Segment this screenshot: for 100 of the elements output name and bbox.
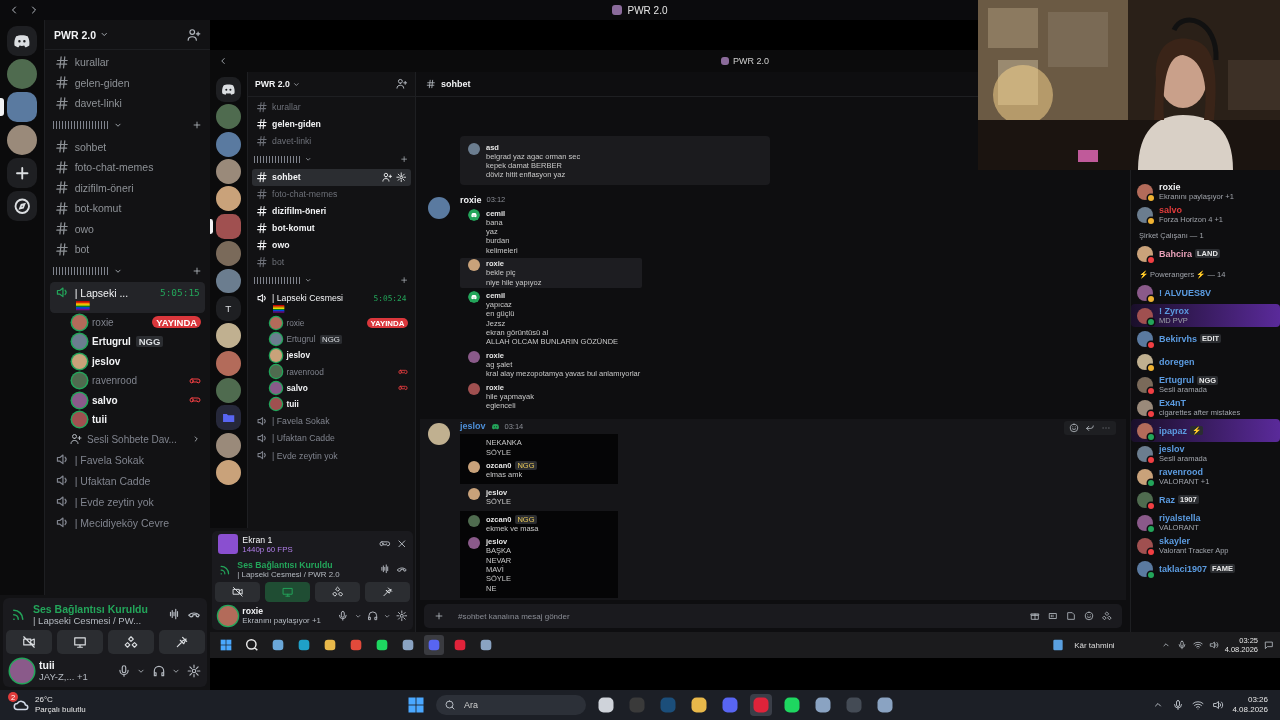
voice-user[interactable]: roxie YAYINDA: [50, 312, 205, 333]
server-icon[interactable]: [215, 323, 241, 349]
server-icon[interactable]: [215, 159, 241, 184]
discord-logo-icon[interactable]: [7, 26, 37, 56]
voice-channel-item[interactable]: | Mecidiyeköy Cevre: [50, 512, 205, 534]
voice-user[interactable]: salvo: [251, 379, 411, 396]
plus-icon[interactable]: [192, 119, 202, 130]
add-user-icon[interactable]: [187, 27, 201, 42]
member-item[interactable]: doregen: [1131, 350, 1280, 373]
invite-item[interactable]: Sesli Sohbete Dav...: [50, 429, 205, 450]
channel-item[interactable]: bot-komut: [251, 219, 411, 237]
wifi-icon[interactable]: [1192, 699, 1205, 711]
message-composer[interactable]: #sohbet kanalına mesaj gönder: [424, 604, 1122, 628]
voice-user[interactable]: ravenrood: [50, 371, 205, 391]
channel-item[interactable]: dizifilm-öneri: [50, 177, 205, 198]
microphone-icon[interactable]: [1176, 640, 1187, 650]
back-icon[interactable]: [218, 56, 228, 66]
voice-control-button[interactable]: [107, 630, 154, 654]
gif-icon[interactable]: [1048, 611, 1058, 621]
settings-icon[interactable]: [395, 610, 408, 622]
plus-icon[interactable]: [400, 155, 409, 164]
volume-icon[interactable]: [1212, 699, 1225, 711]
server-name-button[interactable]: PWR 2.0: [54, 28, 110, 41]
noise-icon[interactable]: [379, 563, 391, 575]
voice-user[interactable]: ravenrood: [251, 363, 411, 380]
discord-logo-icon[interactable]: [215, 76, 241, 102]
gift-icon[interactable]: [1030, 611, 1040, 621]
smile-icon[interactable]: [1084, 611, 1094, 621]
activity-icon[interactable]: [1102, 611, 1112, 621]
smile-icon[interactable]: [1069, 423, 1079, 434]
weather-description[interactable]: Parçalı bulutlu: [35, 705, 86, 715]
voice-user[interactable]: Ertugrul NGG: [50, 332, 205, 352]
message-input[interactable]: #sohbet kanalına mesaj gönder: [452, 611, 1022, 621]
widget-label[interactable]: Kâr tahmini: [1074, 640, 1115, 650]
author-name[interactable]: roxie: [460, 194, 482, 205]
folder-icon[interactable]: [215, 405, 241, 431]
server-icon[interactable]: [7, 92, 37, 122]
plus-icon[interactable]: [400, 276, 409, 285]
add-user-icon[interactable]: [395, 78, 408, 90]
server-icon[interactable]: T: [215, 295, 241, 321]
member-item[interactable]: ! ALVUES8V: [1131, 281, 1280, 304]
channel-item[interactable]: gelen-giden: [251, 115, 411, 133]
channel-item[interactable]: bot: [50, 238, 205, 260]
voice-control-button[interactable]: [158, 630, 205, 654]
close-icon[interactable]: [395, 538, 408, 550]
voice-user[interactable]: jeslov: [251, 347, 411, 364]
channel-item[interactable]: kurallar: [50, 52, 205, 73]
channel-item[interactable]: owo: [50, 218, 205, 239]
compass-icon[interactable]: [7, 191, 37, 221]
voice-channel-item[interactable]: | Lapseki ... 5:05:15: [50, 282, 205, 313]
server-icon[interactable]: [215, 432, 241, 458]
server-icon[interactable]: [215, 241, 241, 267]
voice-location[interactable]: | Lapseki Cesmesi / PW...: [33, 614, 148, 626]
search-field[interactable]: Ara: [462, 699, 566, 711]
server-icon[interactable]: [215, 186, 241, 212]
server-icon[interactable]: [215, 268, 241, 294]
voice-user[interactable]: tuii: [251, 395, 411, 412]
voice-channel-item[interactable]: | Favela Sokak: [251, 412, 411, 430]
voice-user[interactable]: salvo: [50, 390, 205, 411]
notification-icon[interactable]: [1264, 640, 1274, 650]
voice-channel-item[interactable]: | Ufaktan Cadde: [50, 470, 205, 492]
voice-channel-item[interactable]: | Favela Sokak: [50, 449, 205, 471]
clock-time[interactable]: 03:26: [1247, 695, 1268, 705]
channel-item[interactable]: bot-komut: [50, 197, 205, 219]
channel-item[interactable]: kurallar: [251, 98, 411, 116]
channel-item[interactable]: foto-chat-memes: [50, 156, 205, 178]
clock-date[interactable]: 4.08.2026: [1232, 705, 1268, 715]
channel-item[interactable]: bot: [251, 253, 411, 271]
sticker-icon[interactable]: [1066, 611, 1076, 621]
channel-item[interactable]: gelen-giden: [50, 72, 205, 93]
voice-channel-item[interactable]: | Ufaktan Cadde: [251, 429, 411, 447]
volume-icon[interactable]: [1208, 640, 1219, 650]
wifi-icon[interactable]: [1192, 640, 1203, 650]
voice-control-button[interactable]: [314, 582, 361, 603]
voice-user[interactable]: jeslov: [50, 351, 205, 372]
voice-channel-item[interactable]: | Evde zeytin yok: [50, 491, 205, 513]
voice-control-button[interactable]: [56, 630, 103, 654]
channel-item[interactable]: davet-linki: [251, 132, 411, 150]
channel-item[interactable]: dizifilm-öneri: [251, 202, 411, 220]
add-server-icon[interactable]: [7, 158, 37, 188]
channel-item[interactable]: foto-chat-memes: [251, 185, 411, 203]
reply-icon[interactable]: [1085, 423, 1095, 434]
channel-item[interactable]: davet-linki: [50, 92, 205, 114]
voice-user[interactable]: tuii: [50, 410, 205, 430]
microphone-icon[interactable]: [1172, 699, 1185, 711]
voice-control-button[interactable]: [214, 582, 261, 603]
plus-icon[interactable]: [192, 265, 202, 276]
microphone-icon[interactable]: [116, 663, 131, 678]
noise-icon[interactable]: [167, 607, 181, 621]
headset-icon[interactable]: [151, 663, 166, 678]
voice-channel-item[interactable]: | Evde zeytin yok: [251, 446, 411, 465]
voice-control-button[interactable]: [5, 630, 52, 654]
channel-item[interactable]: sohbet: [50, 136, 205, 157]
server-icon[interactable]: [7, 125, 37, 155]
settings-icon[interactable]: [186, 663, 201, 678]
plus-icon[interactable]: [434, 611, 444, 621]
temperature[interactable]: 26°C: [35, 695, 86, 705]
channel-item[interactable]: owo: [251, 236, 411, 254]
microphone-icon[interactable]: [337, 610, 350, 622]
server-name-button[interactable]: PWR 2.0: [255, 79, 302, 90]
